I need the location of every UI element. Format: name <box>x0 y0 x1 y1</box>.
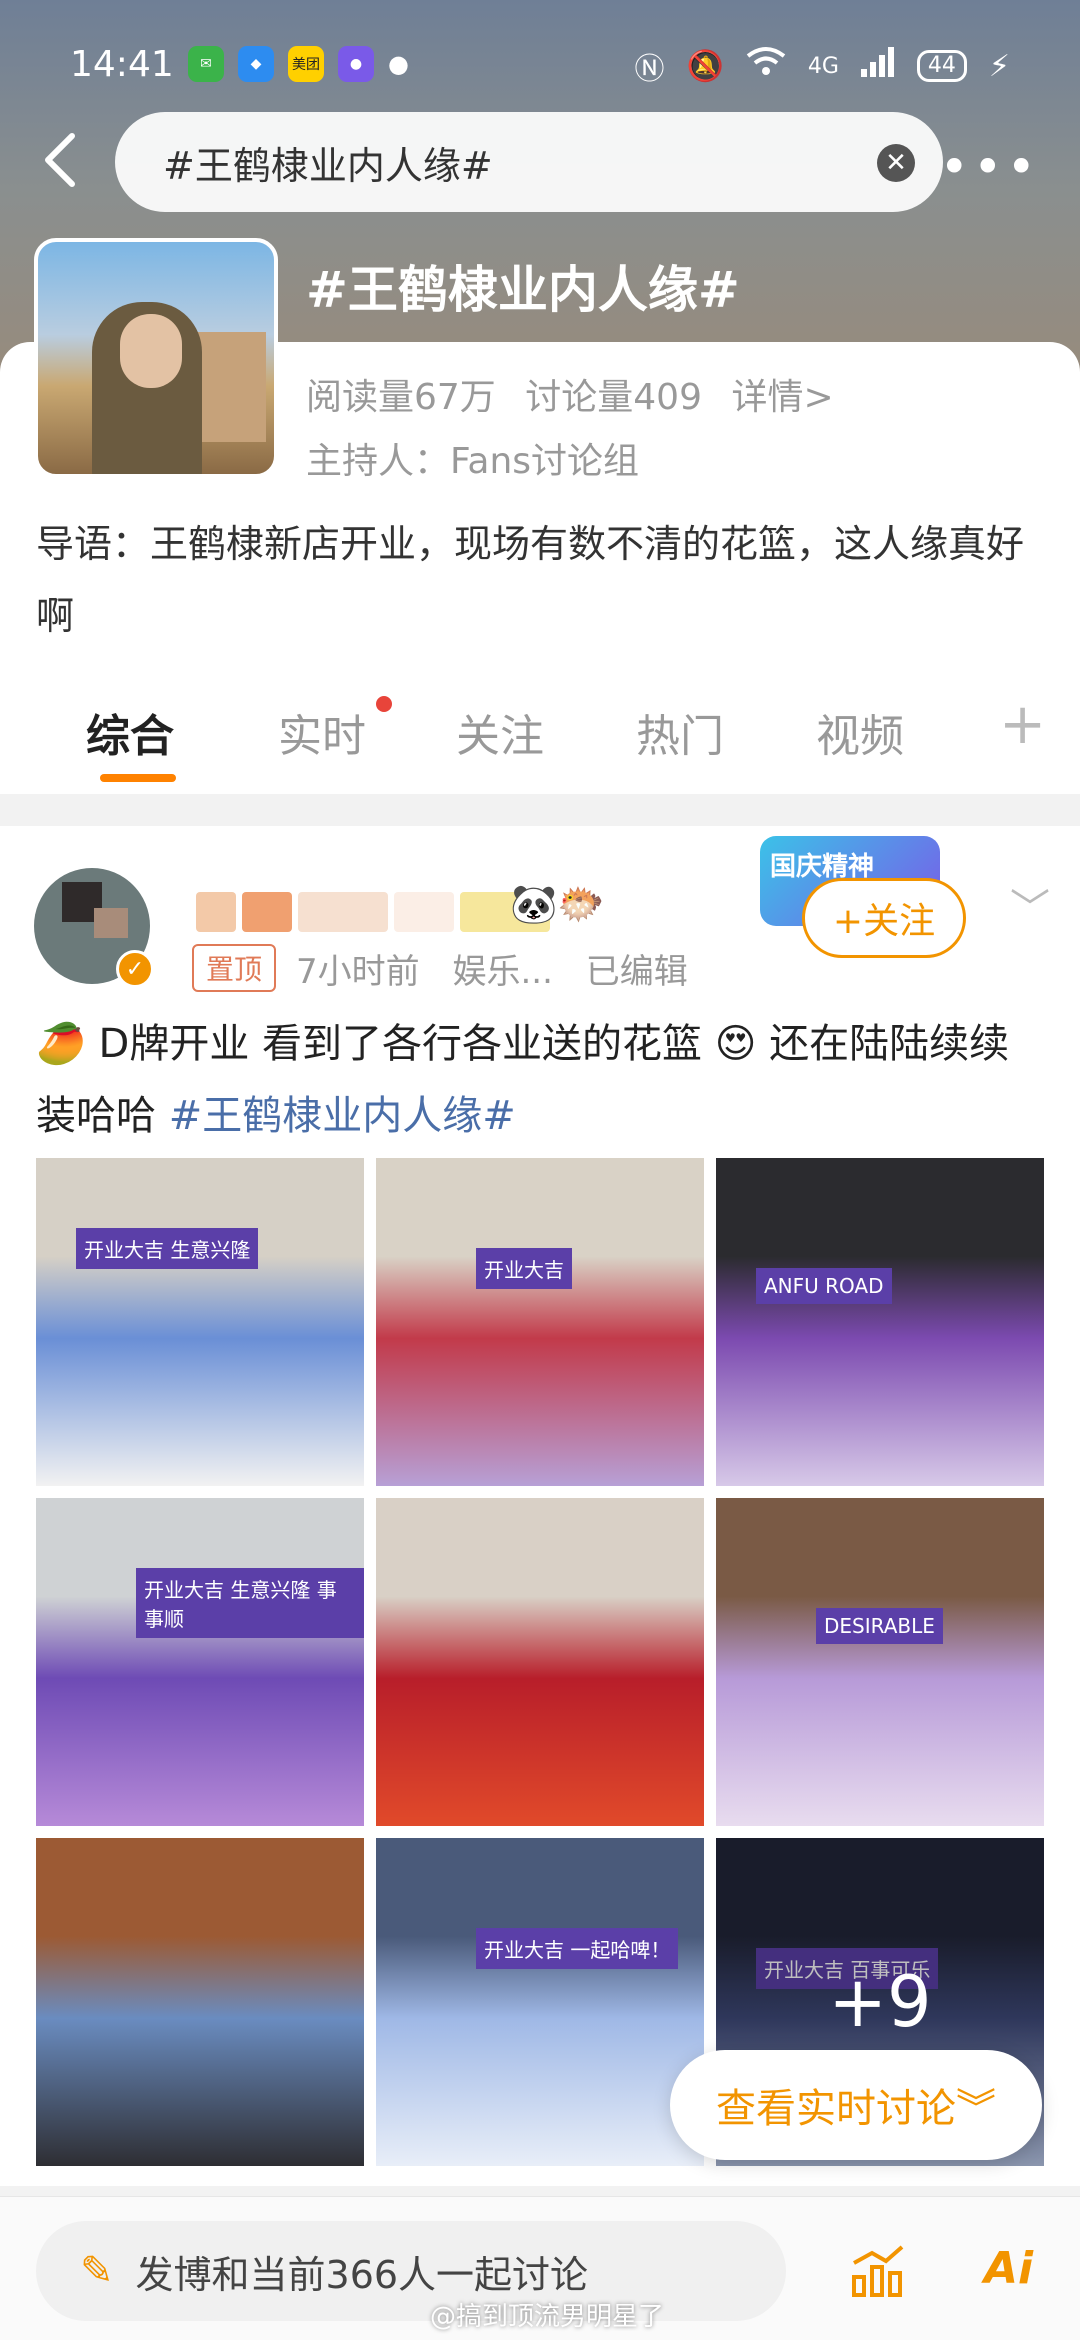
topic-title: #王鹤棣业内人缘# <box>306 261 740 319</box>
double-chevron-down-icon: ︾ <box>956 2086 996 2132</box>
tab-video[interactable]: 视频 <box>816 700 904 764</box>
post-image[interactable]: 开业大吉 生意兴隆 事事顺 <box>36 1498 364 1826</box>
compose-input[interactable]: ✎ 发博和当前366人一起讨论 <box>36 2221 786 2321</box>
post-image[interactable]: ANFU ROAD <box>716 1158 1044 1486</box>
post-image[interactable] <box>36 1838 364 2166</box>
add-tab-icon[interactable]: + <box>999 692 1046 757</box>
meituan-app-icon: 美团 <box>288 46 324 82</box>
details-link[interactable]: 详情> <box>731 377 833 418</box>
active-tab-indicator <box>100 774 176 782</box>
topic-stats: 阅读量67万 讨论量409 详情> <box>306 368 852 420</box>
new-content-dot <box>376 696 392 712</box>
mute-icon: 🔕 <box>686 48 724 84</box>
topic-cover-image[interactable] <box>34 238 278 478</box>
verified-badge-icon: ✓ <box>116 950 154 988</box>
edited-label: 已编辑 <box>585 952 688 992</box>
follow-button[interactable]: +关注 <box>802 878 966 958</box>
post-text-main: D牌开业 看到了各行各业送的花篮 <box>98 1021 703 1067</box>
notification-dot-icon: ● <box>388 50 409 78</box>
tab-following[interactable]: 关注 <box>456 700 544 764</box>
network-type: 4G <box>807 53 839 79</box>
tab-hot[interactable]: 热门 <box>636 700 724 764</box>
signal-icon <box>860 47 895 85</box>
nfc-icon: Ⓝ <box>634 52 665 87</box>
close-circle-icon[interactable]: ✕ <box>877 144 915 182</box>
back-button[interactable] <box>40 130 90 200</box>
status-apps: ✉ ◆ 美团 ● ● <box>188 46 409 82</box>
flower-basket-sign: 开业大吉 <box>476 1248 572 1289</box>
message-app-icon: ✉ <box>188 46 224 82</box>
tab-realtime[interactable]: 实时 <box>278 700 366 764</box>
chevron-down-icon[interactable]: ﹀ <box>1010 876 1050 934</box>
flower-basket-sign: DESIRABLE <box>816 1608 943 1644</box>
topic-host: 主持人：Fans讨论组 <box>306 441 640 482</box>
post-image[interactable] <box>376 1498 704 1826</box>
status-indicators: Ⓝ 🔕 4G 44 ⚡ <box>635 44 1010 88</box>
post-text: 🥭 D牌开业 看到了各行各业送的花篮 😍 还在陆陆续续装哈哈 #王鹤棣业内人缘# <box>36 1008 1046 1152</box>
mango-emoji-icon: 🥭 <box>36 1021 86 1067</box>
read-count: 阅读量67万 <box>306 377 496 418</box>
pinned-badge: 置顶 <box>192 944 277 992</box>
ai-assistant-icon[interactable]: Ai <box>984 2243 1033 2294</box>
view-realtime-discussion-button[interactable]: 查看实时讨论 ︾ <box>670 2050 1042 2160</box>
post-image[interactable]: 开业大吉 生意兴隆 <box>36 1158 364 1486</box>
post-image[interactable]: 开业大吉 一起哈啤！ <box>376 1838 704 2166</box>
battery-level: 44 <box>916 50 967 82</box>
browser-app-icon: ◆ <box>238 46 274 82</box>
chevron-left-icon <box>45 133 75 187</box>
username-blurred[interactable] <box>196 892 550 932</box>
post-meta: 7小时前 娱乐... 已编辑 <box>296 944 710 993</box>
status-time: 14:41 <box>70 44 174 85</box>
tab-bar: 综合 实时 关注 热门 视频 + <box>0 690 1080 790</box>
game-app-icon: ● <box>338 46 374 82</box>
weibo-post: ✓ 🐼🐡 置顶 7小时前 娱乐... 已编辑 国庆精神 +关注 ﹀ 🥭 D牌开业… <box>0 826 1080 2186</box>
flower-basket-sign: 开业大吉 生意兴隆 事事顺 <box>136 1568 364 1638</box>
search-value: #王鹤棣业内人缘# <box>163 143 493 188</box>
pencil-icon: ✎ <box>80 2248 114 2294</box>
panda-fish-emoji-icon: 🐼🐡 <box>510 882 605 926</box>
charging-icon: ⚡ <box>988 48 1010 84</box>
topic-intro: 导语：王鹤棣新店开业，现场有数不清的花篮，这人缘真好啊 <box>36 522 1025 638</box>
search-input[interactable]: #王鹤棣业内人缘# ✕ <box>115 112 943 212</box>
hashtag-link[interactable]: #王鹤棣业内人缘# <box>169 1093 516 1139</box>
flower-basket-sign: 开业大吉 一起哈啤！ <box>476 1928 679 1969</box>
tab-comprehensive[interactable]: 综合 <box>86 700 174 764</box>
status-bar: 14:41 ✉ ◆ 美团 ● ● Ⓝ 🔕 4G 44 ⚡ <box>0 0 1080 130</box>
post-image[interactable]: DESIRABLE <box>716 1498 1044 1826</box>
watermark: @搞到顶流男明星了 <box>430 2302 665 2332</box>
wifi-icon <box>746 46 786 86</box>
flower-basket-sign: ANFU ROAD <box>756 1268 892 1304</box>
post-source: 娱乐... <box>452 952 553 992</box>
love-face-emoji-icon: 😍 <box>714 1021 757 1067</box>
trend-chart-icon[interactable] <box>850 2243 906 2299</box>
discussion-count: 讨论量409 <box>525 377 702 418</box>
compose-placeholder: 发博和当前366人一起讨论 <box>135 2252 589 2297</box>
post-image[interactable]: 开业大吉 <box>376 1158 704 1486</box>
view-realtime-label: 查看实时讨论 <box>716 2086 956 2132</box>
post-time: 7小时前 <box>296 952 420 992</box>
more-options-icon[interactable]: ••• <box>940 138 1040 196</box>
flower-basket-sign: 开业大吉 生意兴隆 <box>76 1228 259 1269</box>
